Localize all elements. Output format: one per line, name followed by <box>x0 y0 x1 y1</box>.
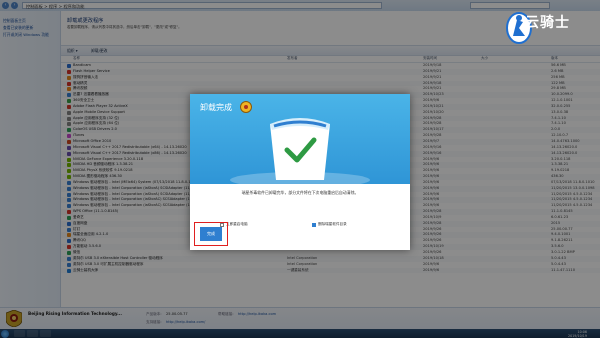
desktop-screen: ‹ › 控制面板 > 程序 > 程序和功能 控制面板主页 查看已安装的更新 打开… <box>0 0 600 338</box>
restart-label: 立即重启电脑 <box>226 222 248 226</box>
logo-text: 云骑士 <box>525 15 570 31</box>
dialog-message: 瑞星杀毒软件已卸载完毕，部分文件将在下次电脑重启后自动清除。 <box>241 190 359 195</box>
trash-can-check-icon <box>230 118 370 184</box>
finish-button[interactable]: 完成 <box>200 227 222 241</box>
delete-dir-option[interactable]: 删除瑞星软件目录 <box>312 222 347 227</box>
delete-dir-label: 删除瑞星软件目录 <box>318 222 347 226</box>
delete-dir-checkbox[interactable] <box>312 222 316 227</box>
dialog-header: 卸载完成 <box>190 94 410 184</box>
